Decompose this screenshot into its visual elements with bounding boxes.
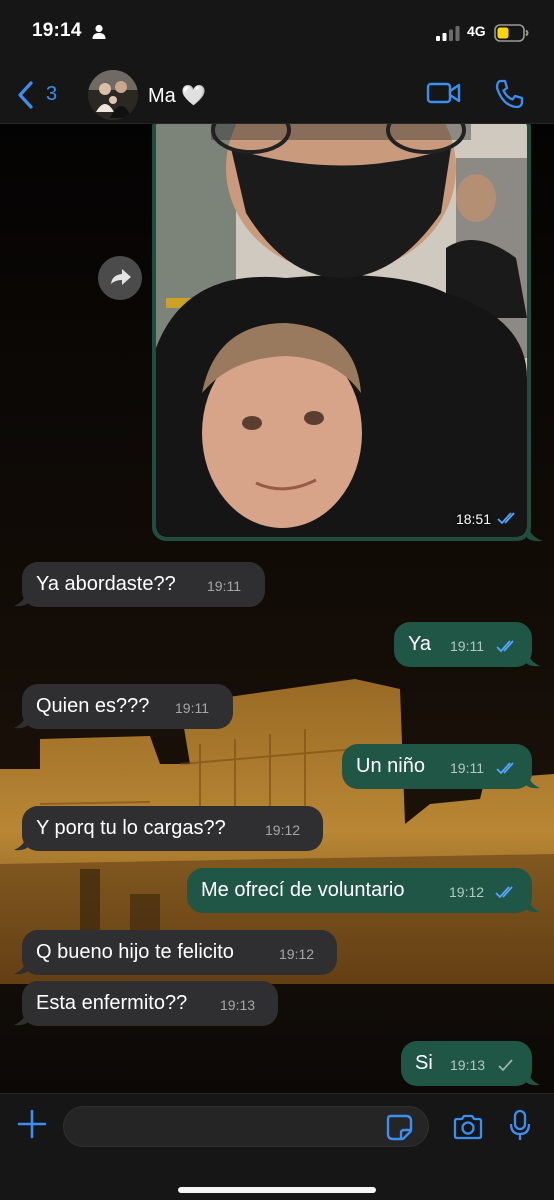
message-timestamp: 19:11 [207,578,241,594]
camera-icon[interactable] [452,1113,484,1141]
outgoing-message[interactable]: Me ofrecí de voluntario 19:12 [187,868,540,913]
message-list[interactable]: 18:51 Ya abordaste?? 19:11 Ya 19:11 Quien es… [0,124,554,1093]
message-timestamp: 19:13 [450,1057,486,1073]
read-receipt-icon [496,640,514,653]
forward-arrow-icon [111,269,131,285]
bubble-tail [526,769,540,789]
message-text: Q bueno hijo te felicito [36,941,234,963]
incoming-message[interactable]: Q bueno hijo te felicito 19:12 [14,930,337,975]
contact-name[interactable]: Ma 🤍 [148,83,206,108]
message-timestamp: 19:13 [220,997,256,1013]
message-text: Ya [408,633,431,655]
read-receipt-icon [496,762,514,775]
outgoing-message[interactable]: Si 19:13 [401,1041,540,1086]
message-text: Esta enfermito?? [36,992,188,1014]
message-text: Quien es??? [36,695,150,717]
back-chevron-icon[interactable] [16,80,36,110]
phone-call-icon[interactable] [493,78,525,110]
outgoing-message[interactable]: Ya 19:11 [394,622,540,667]
read-receipt-icon [497,512,515,525]
photo-message[interactable]: 18:51 [152,124,531,541]
battery-icon [494,24,529,42]
bubble-tail [14,831,28,851]
message-text: Un niño [356,755,425,777]
composer-bar [0,1093,554,1200]
message-timestamp: 19:11 [450,760,484,776]
bubble-tail [14,1006,28,1026]
cellular-signal-icon [436,26,460,41]
sticker-icon[interactable] [386,1114,414,1142]
microphone-icon[interactable] [508,1109,532,1143]
forward-button[interactable] [98,256,142,300]
message-text: Me ofrecí de voluntario [201,879,405,901]
incoming-message[interactable]: Quien es??? 19:11 [14,684,233,729]
status-bar: 19:14 4G [0,0,554,66]
message-timestamp: 19:12 [449,884,485,900]
message-text: Y porq tu lo cargas?? [36,817,226,839]
contact-avatar[interactable] [88,70,138,120]
person-icon [92,24,106,39]
incoming-message[interactable]: Ya abordaste?? 19:11 [14,562,265,607]
read-receipt-icon [495,886,513,899]
message-timestamp: 19:11 [450,638,484,654]
bubble-tail [14,955,28,975]
unread-count[interactable]: 3 [46,83,57,106]
video-call-icon[interactable] [426,80,462,106]
incoming-message[interactable]: Esta enfermito?? 19:13 [14,981,278,1026]
message-text: Si [415,1052,433,1074]
message-text: Ya abordaste?? [36,573,176,595]
bubble-tail [526,1066,540,1086]
message-timestamp: 19:11 [175,700,209,716]
photo-timestamp: 18:51 [455,511,491,527]
attach-plus-icon[interactable] [16,1108,48,1140]
outgoing-message[interactable]: Un niño 19:11 [342,744,540,789]
message-input[interactable] [63,1106,429,1147]
incoming-message[interactable]: Y porq tu lo cargas?? 19:12 [14,806,323,851]
message-timestamp: 19:12 [279,946,315,962]
chat-header: 3 Ma 🤍 [0,66,554,124]
bubble-tail [527,521,543,542]
delivered-check-icon [498,1059,513,1072]
bubble-tail [526,647,540,667]
home-indicator[interactable] [178,1187,376,1193]
message-timestamp: 19:12 [265,822,301,838]
status-time: 19:14 [32,20,82,41]
bubble-tail [14,709,28,729]
bubble-tail [526,893,540,913]
network-type: 4G [467,23,486,39]
photo-content [156,124,527,537]
bubble-tail [14,587,28,607]
